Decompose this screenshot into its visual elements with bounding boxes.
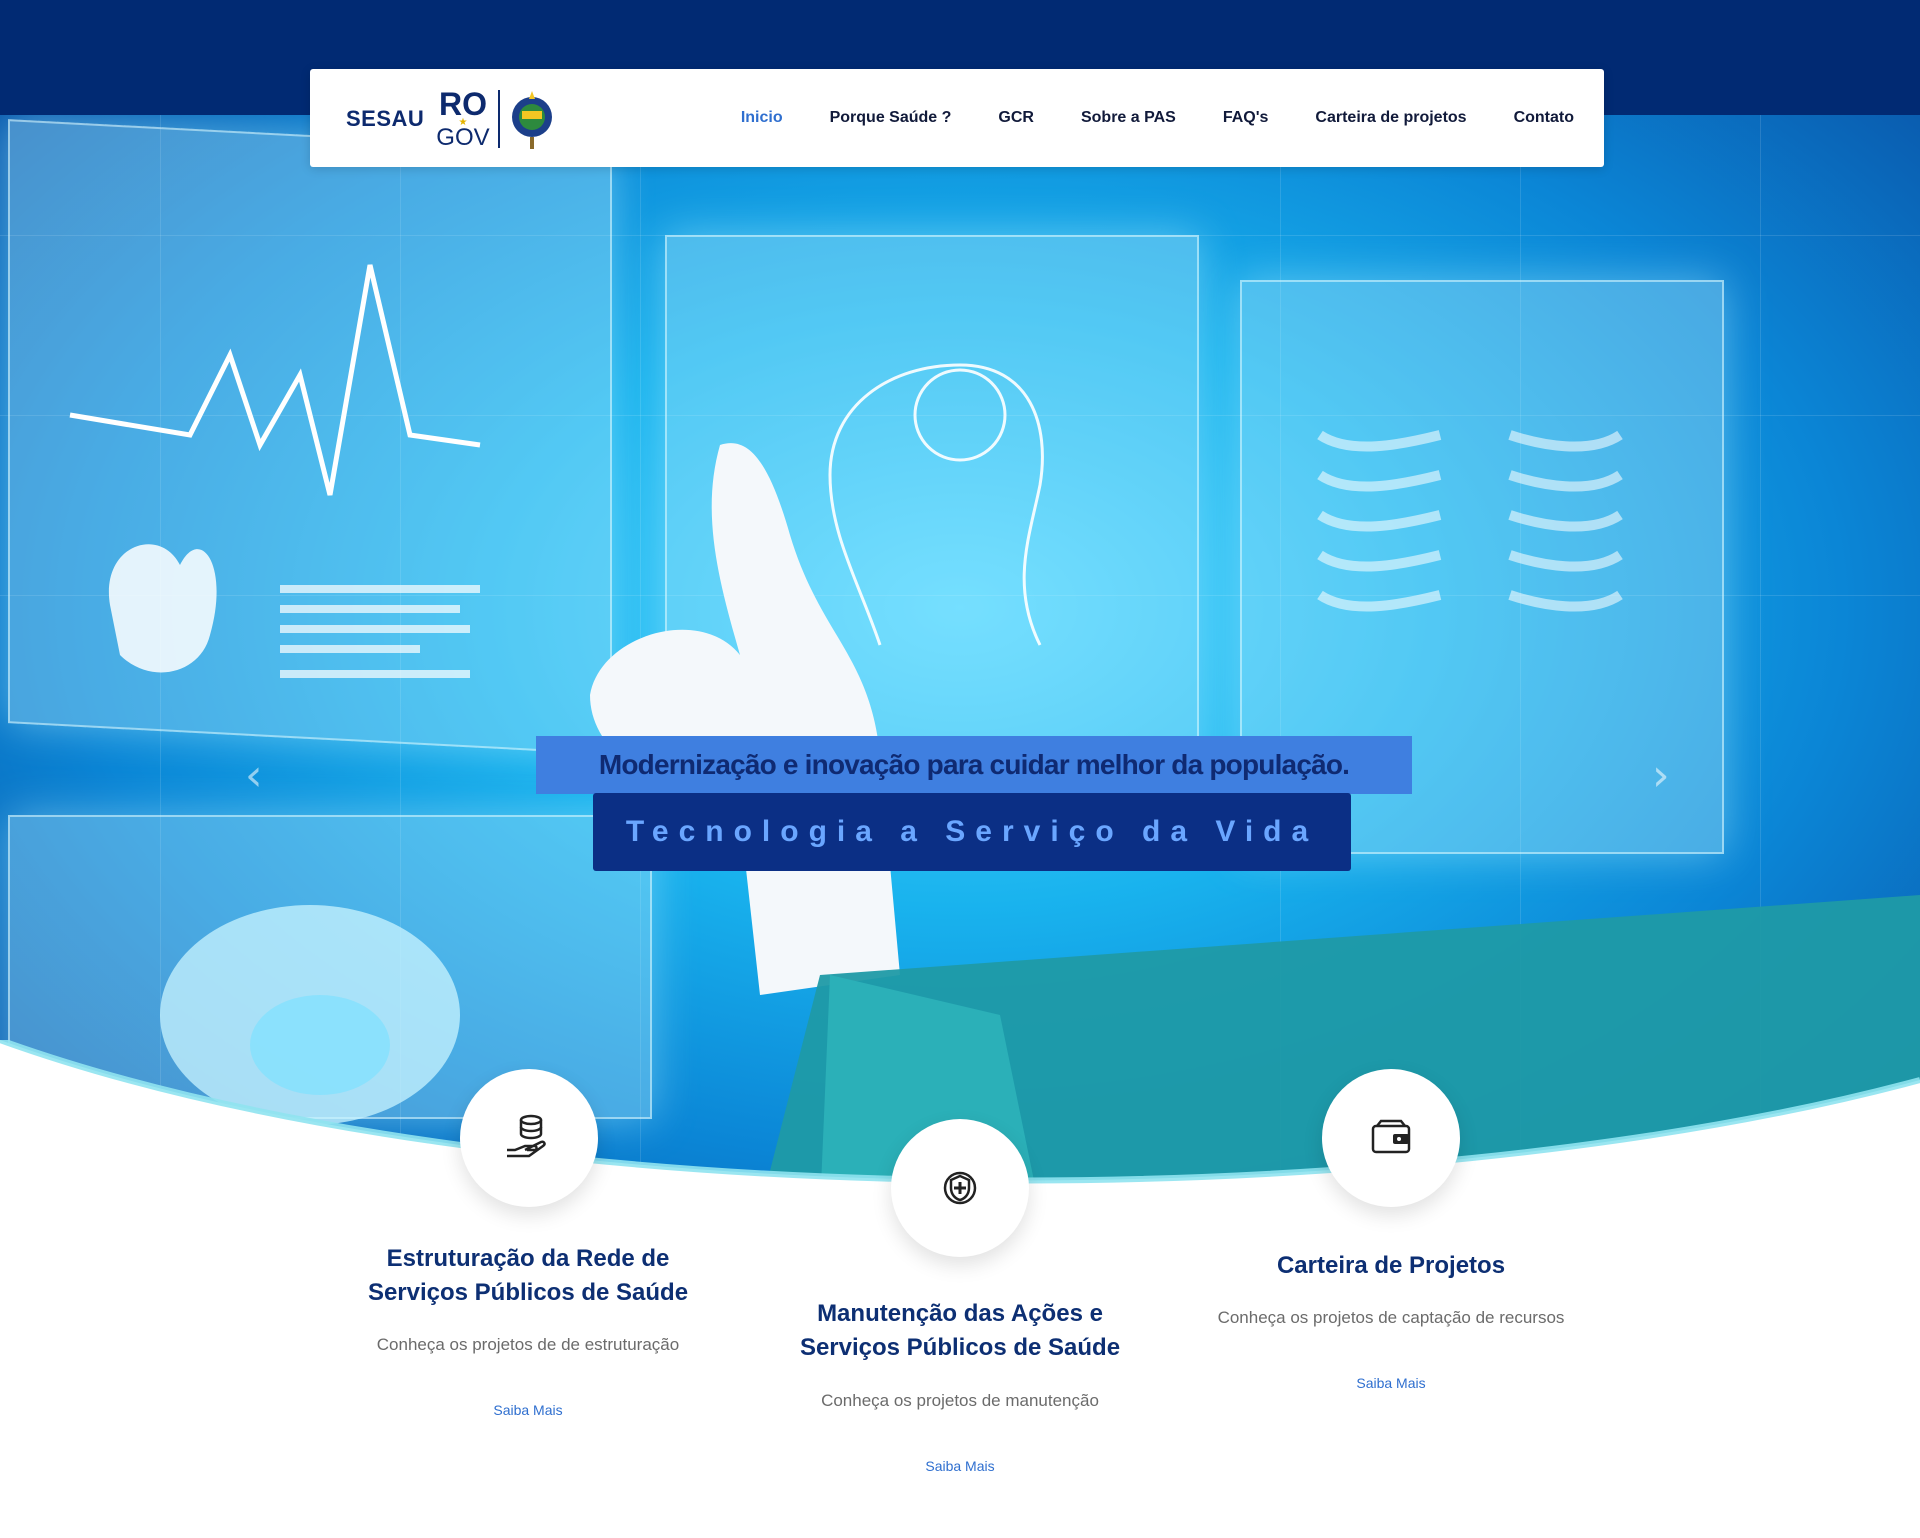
card-1-title: Estruturação da Rede de Serviços Público… — [328, 1242, 728, 1310]
wallet-icon — [1371, 1119, 1411, 1154]
logo-sesau-text: SESAU — [346, 106, 425, 131]
card-3-title-line1: Carteira de Projetos — [1276, 1252, 1506, 1279]
card-2-title-line2: Serviços Públicos de Saúde — [799, 1334, 1121, 1361]
card-1-saiba-mais-link[interactable]: Saiba Mais — [428, 1402, 628, 1418]
card-1-description: Conheça os projetos de de estruturação — [376, 1335, 680, 1354]
card-1-title-line2: Serviços Públicos de Saúde — [367, 1279, 689, 1306]
card-3-title: Carteira de Projetos — [1191, 1249, 1591, 1283]
card-3-description: Conheça os projetos de captação de recur… — [1217, 1308, 1565, 1327]
nav-item-inicio[interactable]: Inicio — [741, 109, 783, 127]
nav-item-porque-saude[interactable]: Porque Saúde ? — [830, 109, 952, 127]
chevron-left-icon[interactable]: ‹ — [245, 750, 263, 801]
hero-subtagline: Tecnologia a Serviço da Vida — [593, 793, 1351, 871]
card-2-saiba-mais-link[interactable]: Saiba Mais — [860, 1458, 1060, 1474]
card-1-icon-circle — [460, 1069, 598, 1207]
health-shield-icon — [943, 1171, 977, 1205]
state-coat-of-arms-icon — [511, 91, 552, 149]
card-1-title-line1: Estruturação da Rede de — [386, 1245, 670, 1272]
nav-item-contato[interactable]: Contato — [1514, 109, 1574, 127]
nav-item-gcr[interactable]: GCR — [998, 109, 1034, 127]
coins-hand-icon — [507, 1114, 546, 1158]
card-3-icon-circle — [1322, 1069, 1460, 1207]
card-2-description: Conheça os projetos de manutenção — [821, 1391, 1099, 1410]
logo-ro-text: RO — [438, 86, 487, 122]
hero-tagline: Modernização e inovação para cuidar melh… — [536, 736, 1412, 794]
sesau-ro-gov-logo[interactable]: SESAU RO ★ GOV — [346, 87, 556, 151]
card-3-saiba-mais-link[interactable]: Saiba Mais — [1291, 1375, 1491, 1391]
nav-item-sobre-pas[interactable]: Sobre a PAS — [1081, 109, 1176, 127]
logo-ro-gov: RO ★ GOV — [436, 88, 489, 150]
logo-divider — [497, 90, 500, 148]
card-2-title: Manutenção das Ações e Serviços Públicos… — [760, 1297, 1160, 1365]
card-2-icon-circle — [891, 1119, 1029, 1257]
main-nav: Inicio Porque Saúde ? GCR Sobre a PAS FA… — [694, 69, 1574, 167]
chevron-right-icon[interactable]: › — [1652, 750, 1670, 801]
card-2-title-line1: Manutenção das Ações e — [817, 1300, 1103, 1327]
logo-gov-text: GOV — [436, 124, 490, 151]
nav-item-carteira-projetos[interactable]: Carteira de projetos — [1315, 109, 1466, 127]
navbar: SESAU RO ★ GOV Inicio Porque Saúde ? GCR… — [310, 69, 1604, 167]
nav-item-faqs[interactable]: FAQ's — [1223, 109, 1269, 127]
